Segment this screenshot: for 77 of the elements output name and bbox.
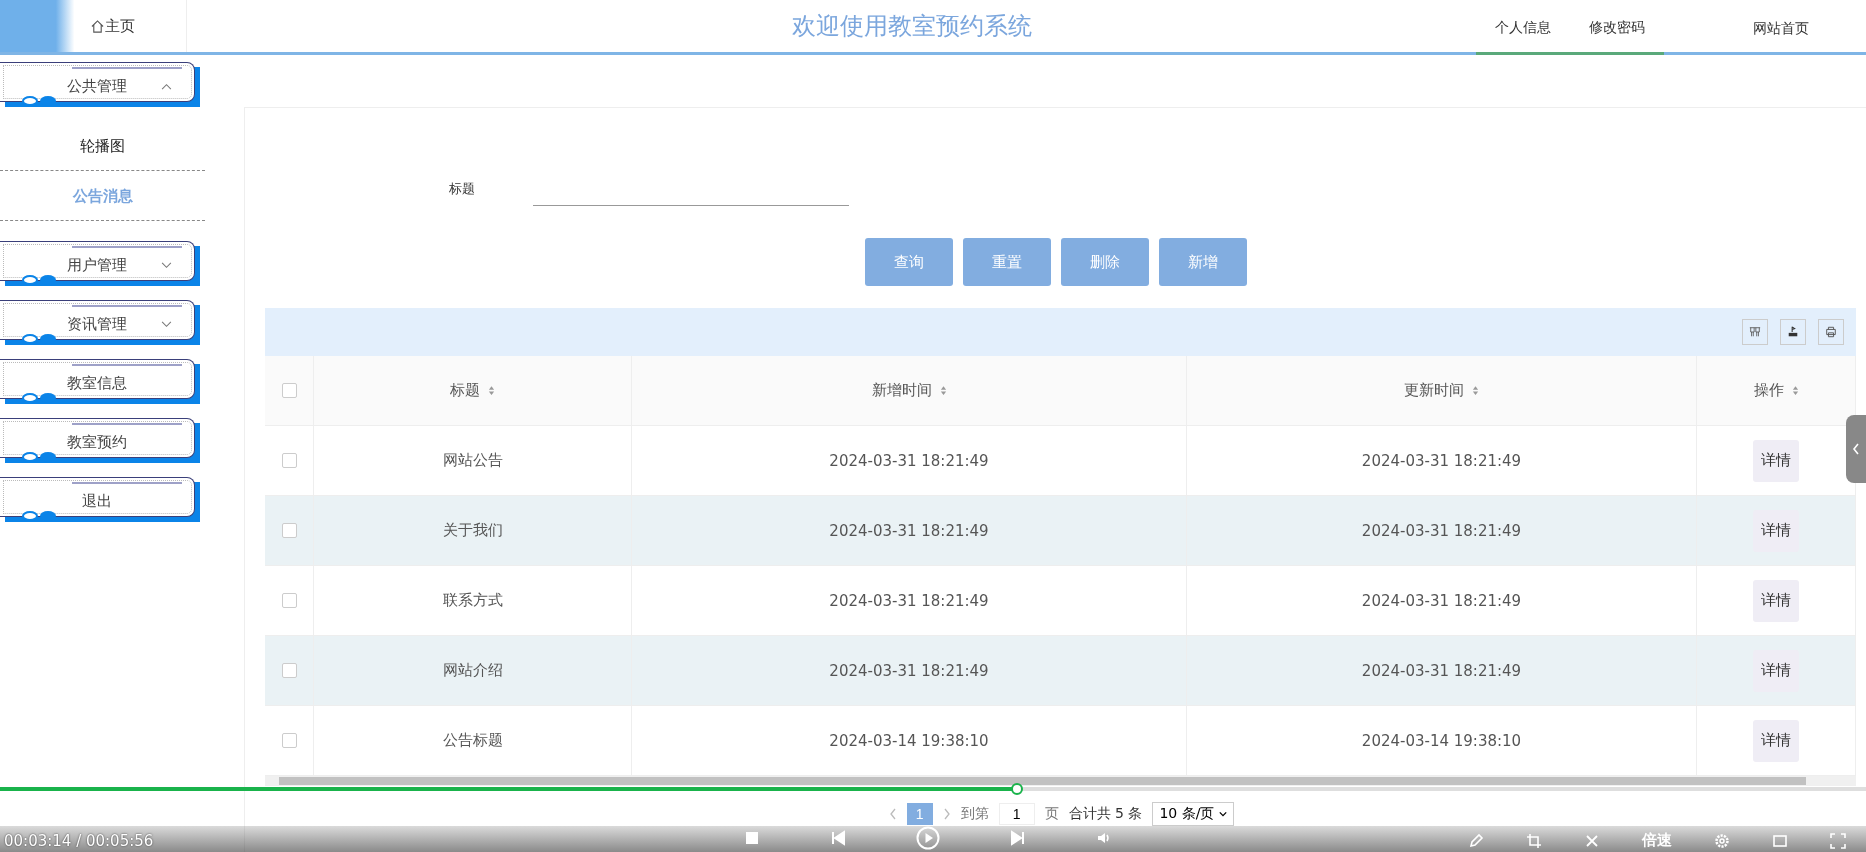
pen-icon[interactable] xyxy=(1468,832,1484,849)
column-header: 操作 xyxy=(1753,381,1784,400)
caret-icon xyxy=(1219,811,1228,817)
goto-label: 到第 xyxy=(960,805,989,823)
checkbox[interactable] xyxy=(281,663,297,678)
submenu-item[interactable]: 轮播图 xyxy=(0,122,205,171)
field-label: 标题 xyxy=(449,180,476,198)
table-cell: 2024-03-14 19:38:10 xyxy=(829,731,989,750)
volume-icon[interactable] xyxy=(1096,830,1112,846)
table-cell: 2024-03-31 18:21:49 xyxy=(1361,521,1522,540)
export-icon[interactable] xyxy=(1780,319,1806,345)
table-cell: 2024-03-31 18:21:49 xyxy=(829,451,989,470)
next-icon[interactable] xyxy=(1010,830,1026,846)
table-cell: 联系方式 xyxy=(442,591,503,610)
play-icon[interactable] xyxy=(916,826,940,850)
menu-button[interactable]: 用户管理 xyxy=(0,241,200,287)
table-cell: 2024-03-31 18:21:49 xyxy=(1361,451,1522,470)
table-cell: 2024-03-14 19:38:10 xyxy=(1361,731,1522,750)
window-icon[interactable] xyxy=(1772,832,1788,849)
page-label: 页 xyxy=(1044,805,1059,823)
sort-icon[interactable] xyxy=(1791,385,1799,396)
detail-button[interactable]: 详情 xyxy=(1753,649,1799,692)
column-header: 新增时间 xyxy=(871,381,932,400)
column-header: 标题 xyxy=(450,381,480,400)
playback-time: 00:03:14 / 00:05:56 xyxy=(4,832,154,850)
table-cell: 2024-03-31 18:21:49 xyxy=(1361,661,1522,680)
nav-link[interactable]: 个人信息 xyxy=(1476,3,1570,55)
crop-icon[interactable] xyxy=(1526,832,1542,849)
chevron-icon xyxy=(161,83,172,90)
total-count: 合计共 5 条 xyxy=(1068,805,1143,823)
table-cell: 网站公告 xyxy=(442,451,503,470)
table-cell: 2024-03-31 18:21:49 xyxy=(829,521,989,540)
prev-page-icon[interactable] xyxy=(888,808,897,820)
table-cell: 网站介绍 xyxy=(442,661,503,680)
table-cell: 2024-03-31 18:21:49 xyxy=(829,661,989,680)
menu-button[interactable]: 教室信息 xyxy=(0,359,200,405)
menu-button[interactable]: 资讯管理 xyxy=(0,300,200,346)
checkbox[interactable] xyxy=(281,453,297,468)
stop-icon[interactable] xyxy=(744,830,760,846)
detail-button[interactable]: 详情 xyxy=(1753,719,1799,762)
menu-button[interactable]: 教室预约 xyxy=(0,418,200,464)
sort-icon[interactable] xyxy=(488,385,495,396)
detail-button[interactable]: 详情 xyxy=(1753,579,1799,622)
checkbox[interactable] xyxy=(281,733,297,748)
fullscreen-icon[interactable] xyxy=(1830,832,1846,849)
collapse-handle[interactable] xyxy=(1846,415,1866,483)
columns-icon[interactable] xyxy=(1742,319,1768,345)
progress-bar[interactable] xyxy=(0,783,1866,795)
next-page-icon[interactable] xyxy=(942,808,951,820)
sort-icon[interactable] xyxy=(1472,385,1479,396)
checkbox[interactable] xyxy=(281,383,297,398)
nav-link[interactable]: 修改密码 xyxy=(1570,3,1664,55)
checkbox[interactable] xyxy=(281,593,297,608)
close-icon[interactable] xyxy=(1584,832,1600,849)
horizontal-scrollbar[interactable] xyxy=(265,776,1856,786)
print-icon[interactable] xyxy=(1818,319,1844,345)
home-icon xyxy=(91,19,104,33)
menu-button[interactable]: 公共管理 xyxy=(0,62,200,108)
previous-icon[interactable] xyxy=(830,830,846,846)
table-cell: 关于我们 xyxy=(442,521,503,540)
page-size-select[interactable]: 10 条/页 xyxy=(1152,802,1235,826)
table-cell: 2024-03-31 18:21:49 xyxy=(1361,591,1522,610)
table-cell: 公告标题 xyxy=(442,731,503,750)
home-link[interactable]: 主页 xyxy=(91,16,135,36)
column-header: 更新时间 xyxy=(1404,381,1464,400)
sort-icon[interactable] xyxy=(939,385,947,396)
checkbox[interactable] xyxy=(281,523,297,538)
chevron-icon xyxy=(161,262,172,269)
menu-button[interactable]: 退出 xyxy=(0,477,200,523)
chevron-icon xyxy=(161,321,172,328)
detail-button[interactable]: 详情 xyxy=(1753,439,1799,482)
table-cell: 2024-03-31 18:21:49 xyxy=(829,591,989,610)
site-title: 欢迎使用教室预约系统 xyxy=(790,11,1033,42)
settings-icon[interactable] xyxy=(1714,832,1730,849)
nav-link[interactable]: 网站首页 xyxy=(1734,3,1828,55)
page-input[interactable]: 1 xyxy=(998,803,1035,825)
detail-button[interactable]: 详情 xyxy=(1753,509,1799,552)
